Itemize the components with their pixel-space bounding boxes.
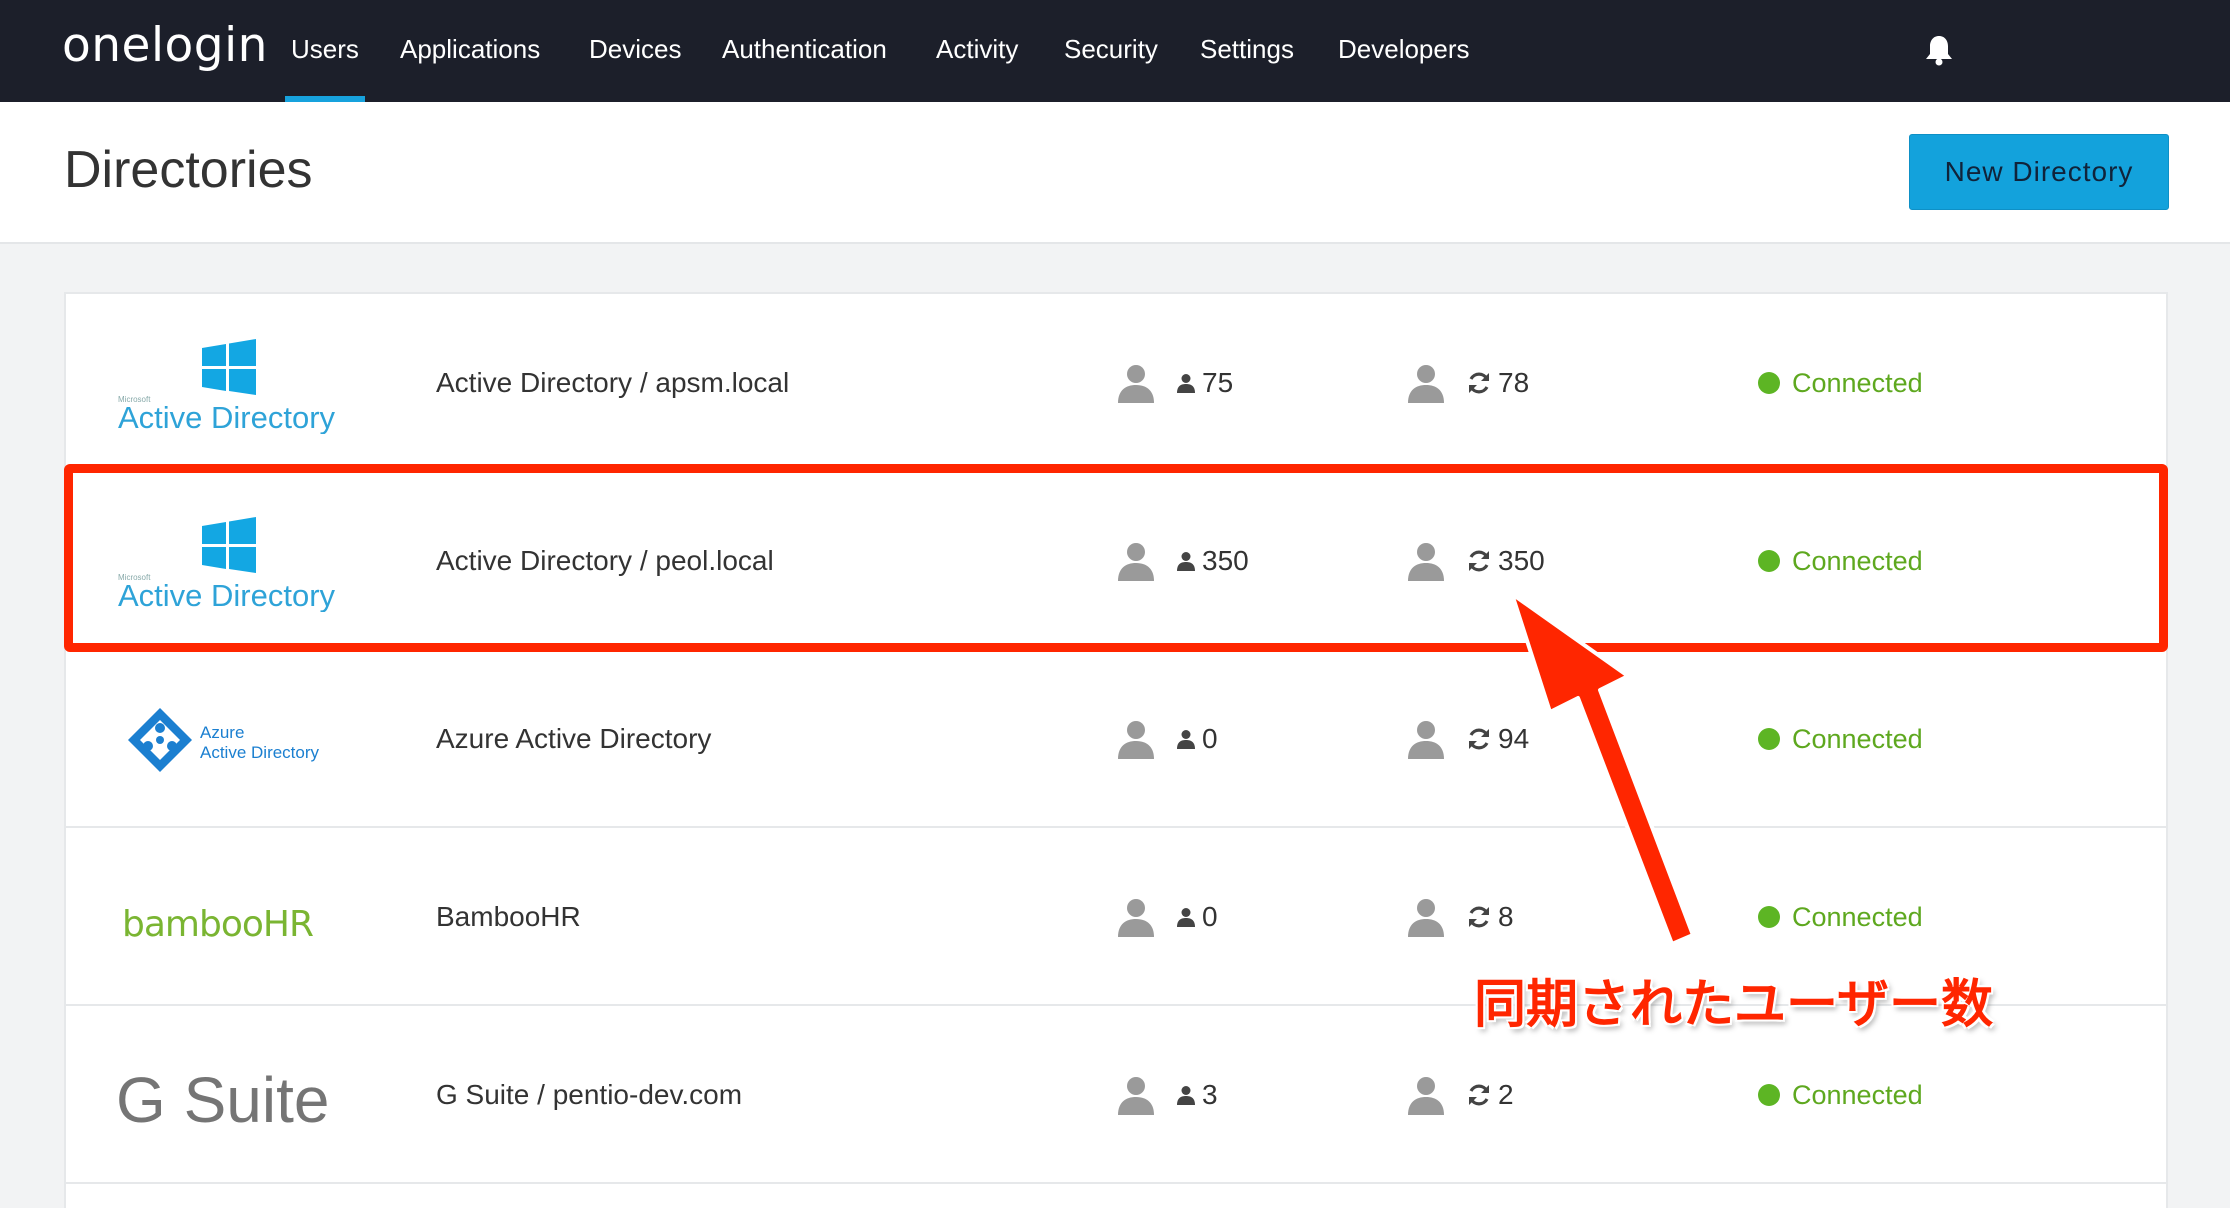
user-count: 0: [1116, 650, 1218, 828]
status-badge: Connected: [1758, 650, 1923, 828]
directory-name[interactable]: BambooHR: [436, 828, 581, 1006]
user-count-value: 75: [1202, 367, 1234, 398]
directory-list: Microsoft Active Directory Active Direct…: [64, 292, 2168, 1208]
status-dot-icon: [1758, 728, 1780, 750]
new-directory-button[interactable]: New Directory: [1909, 134, 2169, 210]
nav-item-users[interactable]: Users: [285, 34, 365, 102]
bell-icon[interactable]: [1924, 34, 1954, 66]
g-suite-logo: G Suite: [116, 1064, 329, 1136]
user-icon: [1408, 365, 1444, 403]
nav-item-security[interactable]: Security: [1064, 34, 1158, 65]
user-icon: [1408, 721, 1444, 759]
small-user-icon: [1177, 1086, 1195, 1105]
status-dot-icon: [1758, 906, 1780, 928]
sync-icon: [1469, 728, 1489, 750]
top-navigation-bar: onelogin Users Applications Devices Auth…: [0, 0, 2230, 102]
user-count: 0: [1116, 828, 1218, 1006]
directory-name[interactable]: Active Directory / apsm.local: [436, 294, 789, 472]
synced-count-value: 78: [1498, 367, 1530, 398]
status-text: Connected: [1792, 723, 1923, 754]
logo-text: Active Directory: [200, 743, 320, 762]
bamboohr-logo: bambooHR: [122, 904, 314, 945]
small-user-icon: [1177, 908, 1195, 927]
annotation-text: 同期されたユーザー数: [1474, 975, 1993, 1035]
sync-icon: [1469, 906, 1489, 928]
logo-small-text: Azure: [200, 723, 244, 742]
status-dot-icon: [1758, 1084, 1780, 1106]
nav-item-applications[interactable]: Applications: [400, 34, 540, 65]
azure-active-directory-logo: Azure Active Directory: [128, 708, 320, 772]
nav-item-settings[interactable]: Settings: [1200, 34, 1294, 65]
user-icon: [1408, 1077, 1444, 1115]
highlight-box: [64, 464, 2168, 652]
synced-count-value: 94: [1498, 723, 1530, 754]
directory-row[interactable]: Microsoft Active Directory Active Direct…: [66, 294, 2166, 472]
microsoft-active-directory-logo: Microsoft Active Directory: [118, 339, 336, 434]
sync-icon: [1469, 1084, 1489, 1106]
page-header: Directories New Directory: [0, 102, 2230, 244]
user-icon: [1118, 899, 1154, 937]
small-user-icon: [1177, 374, 1195, 393]
status-text: Connected: [1792, 1079, 1923, 1110]
user-icon: [1118, 721, 1154, 759]
synced-count: 94: [1406, 650, 1529, 828]
nav-item-developers[interactable]: Developers: [1338, 34, 1470, 65]
status-text: Connected: [1792, 901, 1923, 932]
onelogin-logo[interactable]: onelogin: [62, 18, 268, 73]
synced-count: 78: [1406, 294, 1529, 472]
nav-item-activity[interactable]: Activity: [936, 34, 1018, 65]
nav-item-devices[interactable]: Devices: [589, 34, 681, 65]
logo-text: G Suite: [116, 1064, 329, 1136]
synced-count-value: 2: [1498, 1079, 1514, 1110]
directory-name[interactable]: Azure Active Directory: [436, 650, 711, 828]
user-icon: [1408, 899, 1444, 937]
user-icon: [1118, 1077, 1154, 1115]
directory-name[interactable]: G Suite / pentio-dev.com: [436, 1006, 742, 1184]
user-icon: [1118, 365, 1154, 403]
synced-count-value: 8: [1498, 901, 1514, 932]
user-count-value: 0: [1202, 901, 1218, 932]
directory-row[interactable]: Azure Active Directory Azure Active Dire…: [66, 650, 2166, 828]
small-user-icon: [1177, 730, 1195, 749]
user-count: 75: [1116, 294, 1233, 472]
user-count: 3: [1116, 1006, 1218, 1184]
status-dot-icon: [1758, 372, 1780, 394]
page-title: Directories: [64, 141, 313, 199]
status-text: Connected: [1792, 367, 1923, 398]
nav-item-authentication[interactable]: Authentication: [722, 34, 887, 65]
user-count-value: 3: [1202, 1079, 1218, 1110]
logo-text: bambooHR: [122, 904, 313, 945]
logo-text: Active Directory: [118, 400, 336, 434]
sync-icon: [1469, 372, 1489, 394]
user-count-value: 0: [1202, 723, 1218, 754]
status-badge: Connected: [1758, 294, 1923, 472]
